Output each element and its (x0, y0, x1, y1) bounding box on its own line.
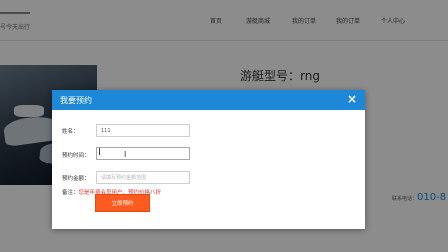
booking-amount-field[interactable] (96, 171, 190, 184)
modal-title: 我要预约 (60, 96, 92, 105)
modal-header: 我要预约 × (52, 90, 365, 110)
booking-amount-label: 预约金额： (62, 176, 90, 182)
text-cursor-icon: I (124, 150, 127, 159)
name-label: 姓名： (62, 129, 79, 135)
booking-time-field[interactable] (96, 147, 190, 160)
submit-booking-button[interactable]: 立即预约 (95, 194, 150, 212)
booking-modal: 我要预约 × 姓名： 预约时间： 预约金额： 备注：您是年费会员用户，预约价格八… (52, 90, 365, 229)
close-icon[interactable]: × (347, 93, 357, 105)
booking-time-label: 预约时间： (62, 153, 90, 159)
note-prefix: 备注： (62, 190, 79, 196)
name-field[interactable] (96, 124, 190, 137)
text-caret (99, 148, 100, 155)
